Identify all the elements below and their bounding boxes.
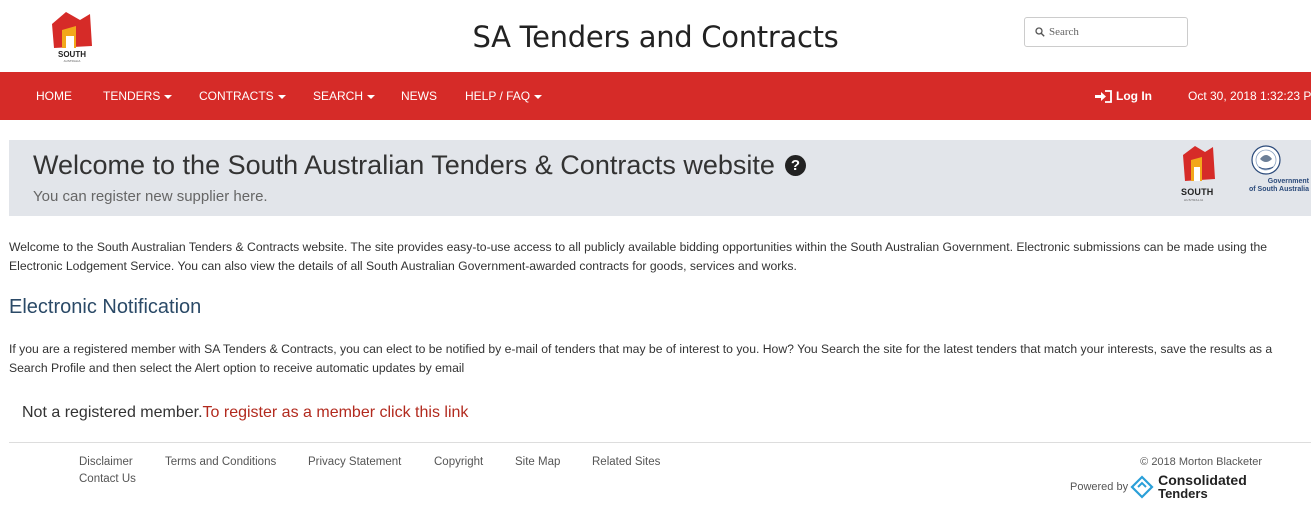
login-link[interactable]: Log In	[1095, 72, 1152, 120]
nav-news-label: NEWS	[401, 89, 437, 103]
banner-subtitle: You can register new supplier here.	[33, 188, 268, 205]
powered-by[interactable]: Powered by Consolidated Tenders	[1070, 473, 1247, 501]
help-icon[interactable]: ?	[784, 155, 806, 176]
powered-by-label: Powered by	[1070, 481, 1129, 493]
register-link[interactable]: To register as a member click this link	[203, 404, 469, 421]
notification-text: If you are a registered member with SA T…	[9, 342, 1273, 375]
register-prompt-text: Not a registered member.	[22, 404, 203, 421]
copyright-text: © 2018 Morton Blacketer	[1140, 456, 1262, 468]
footer-link-terms[interactable]: Terms and Conditions	[165, 456, 276, 468]
nav-search-label: SEARCH	[313, 89, 364, 103]
sa-banner-logo	[1183, 146, 1215, 181]
top-header: SOUTH AUSTRALIA SA Tenders and Contracts	[0, 0, 1311, 72]
sa-banner-logo-text: SOUTH	[1181, 187, 1214, 197]
nav-contracts[interactable]: CONTRACTS	[199, 72, 286, 120]
footer-link-related-sites[interactable]: Related Sites	[592, 456, 660, 468]
chevron-down-icon	[534, 94, 543, 99]
nav-tenders[interactable]: TENDERS	[103, 72, 173, 120]
section-title-electronic-notification: Electronic Notification	[9, 296, 202, 318]
nav-contracts-label: CONTRACTS	[199, 89, 274, 103]
intro-text: Welcome to the South Australian Tenders …	[9, 240, 1268, 273]
brand-line2: Tenders	[1158, 486, 1208, 501]
sa-banner-logo-subtext: AUSTRALIA	[1184, 198, 1204, 202]
chevron-down-icon	[164, 94, 173, 99]
gov-logo-text: Government of South Australia	[1237, 178, 1309, 194]
footer-link-privacy[interactable]: Privacy Statement	[308, 456, 401, 468]
consolidated-tenders-brand: Consolidated Tenders	[1158, 473, 1247, 501]
nav-tenders-label: TENDERS	[103, 89, 161, 103]
consolidated-tenders-logo-icon	[1130, 475, 1154, 499]
gov-logo-line1: Government	[1267, 178, 1309, 185]
main-nav: HOME TENDERS CONTRACTS SEARCH NEWS HELP …	[0, 72, 1311, 120]
page-title-text: Welcome to the South Australian Tenders …	[33, 150, 775, 180]
welcome-banner: Welcome to the South Australian Tenders …	[9, 140, 1311, 216]
search-box[interactable]	[1024, 17, 1188, 47]
login-label: Log In	[1116, 89, 1152, 103]
footer-link-sitemap[interactable]: Site Map	[515, 456, 560, 468]
footer-link-copyright[interactable]: Copyright	[434, 456, 483, 468]
nav-home-label: HOME	[36, 89, 72, 103]
login-icon	[1095, 89, 1112, 103]
nav-home[interactable]: HOME	[36, 72, 72, 120]
logo-subtext: AUSTRALIA	[64, 59, 81, 63]
nav-help-faq[interactable]: HELP / FAQ	[465, 72, 543, 120]
gov-logo-line2: of South Australia	[1248, 186, 1309, 193]
chevron-down-icon	[367, 94, 376, 99]
nav-search[interactable]: SEARCH	[313, 72, 376, 120]
nav-help-label: HELP / FAQ	[465, 89, 531, 103]
footer-divider	[9, 442, 1311, 443]
chevron-down-icon	[277, 94, 286, 99]
gov-crest-icon	[1251, 145, 1281, 175]
nav-news[interactable]: NEWS	[401, 72, 437, 120]
register-prompt: Not a registered member.To register as a…	[22, 404, 468, 422]
current-datetime: Oct 30, 2018 1:32:23 PM	[1188, 89, 1311, 103]
footer-link-contact[interactable]: Contact Us	[79, 473, 136, 485]
page-title: Welcome to the South Australian Tenders …	[33, 150, 806, 181]
search-icon	[1035, 27, 1045, 37]
footer-link-disclaimer[interactable]: Disclaimer	[79, 456, 133, 468]
search-input[interactable]	[1049, 26, 1179, 38]
